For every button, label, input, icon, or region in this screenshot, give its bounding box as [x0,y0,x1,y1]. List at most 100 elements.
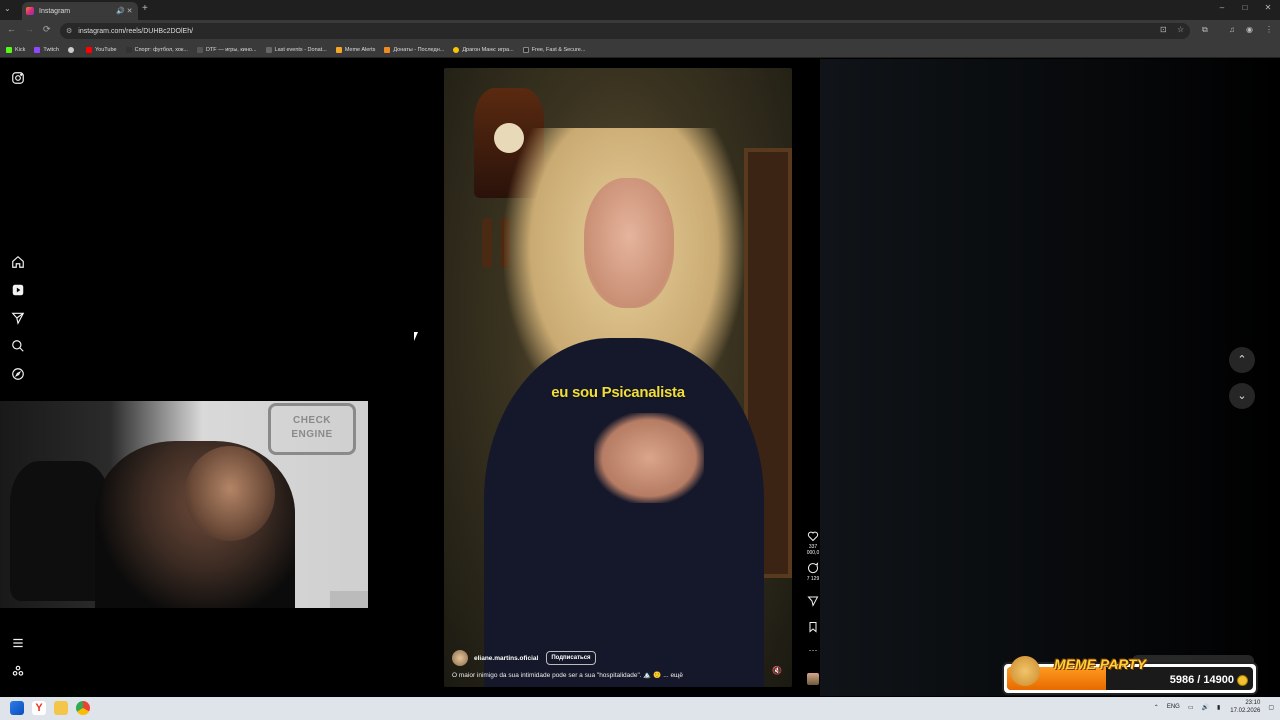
instagram-logo-icon[interactable] [11,71,25,85]
windows-start-icon[interactable] [10,701,24,715]
save-button[interactable] [802,621,824,633]
reels-icon[interactable] [11,283,25,297]
mute-icon[interactable]: 🔇 [772,666,782,675]
reel-caption[interactable]: O maior inimigo da sua intimidade pode s… [452,671,683,679]
tray-expand-icon[interactable]: ⌃ [1154,704,1159,711]
extensions-icon[interactable]: ⧉ [1202,25,1208,35]
presenter-face [584,178,674,308]
bookmark-donations[interactable]: Донаты - Последн... [384,46,444,53]
clock-date: 17.02.2026 [1230,708,1261,714]
likes-count: 337 000,0 [806,544,820,556]
back-icon[interactable]: ← [7,24,16,34]
bookmark-kick[interactable]: Kick [6,46,25,53]
install-app-icon[interactable]: ⊡ [1160,25,1167,34]
follow-button[interactable]: Подписаться [546,651,596,665]
new-tab-button[interactable]: + [142,3,148,14]
heart-icon [807,531,819,542]
comments-count: 7 129 [806,576,820,582]
minimize-button[interactable]: – [1212,3,1232,12]
profile-icon[interactable]: ◉ [1246,25,1253,34]
forward-icon[interactable]: → [25,24,34,34]
meta-threads-icon[interactable] [11,664,25,678]
comment-button[interactable]: 7 129 [802,562,824,582]
chevron-up-icon: ⌃ [1237,354,1247,366]
meme-alerts-icon [335,46,342,53]
instagram-favicon-icon [26,7,34,15]
bookmark-meme-alerts[interactable]: Meme Alerts [335,46,375,53]
original-audio-thumbnail[interactable] [807,673,819,685]
progress-count: 5986 / 14900 [1169,674,1234,686]
chevron-down-icon: ⌄ [1237,390,1247,402]
address-bar[interactable]: ⚙ instagram.com/reels/DUHBc2DOlEh/ [60,23,1190,39]
more-options-icon[interactable]: ··· [802,645,824,655]
tab-title: Instagram [39,7,71,15]
coin-icon [1237,675,1248,686]
menu-icon[interactable] [11,636,25,650]
tab-search-icon[interactable]: ⌄ [4,4,11,13]
bookmark-unnamed[interactable] [67,46,77,53]
twitch-icon [34,46,41,53]
site-info-icon[interactable]: ⚙ [66,27,72,35]
notifications-icon[interactable]: ▢ [1268,704,1274,711]
bookmark-dragon[interactable]: Драгон Манк: игра... [453,46,514,53]
media-controls-icon[interactable]: ♫ [1229,25,1235,34]
network-icon[interactable]: ▭ [1188,704,1194,711]
bookmark-youtube[interactable]: YouTube [85,46,117,53]
desk-equipment [330,591,368,608]
windows-taskbar: Y ⌃ ENG ▭ 🔊 ▮ 23:10 17.02.2026 ▢ [0,697,1280,720]
bookmark-donat-events[interactable]: Last events - Donat... [265,46,327,53]
volume-icon[interactable]: 🔊 [1202,704,1209,711]
close-window-button[interactable]: ✕ [1258,3,1278,12]
comment-icon [808,562,819,574]
clock-weight [482,218,492,268]
home-icon[interactable] [11,255,25,269]
like-button[interactable]: 337 000,0 [802,530,824,556]
previous-reel-button[interactable]: ⌃ [1229,347,1255,373]
video-subtitle: eu sou Psicanalista [551,384,685,401]
reload-icon[interactable]: ⟳ [43,24,51,35]
bookmark-sport[interactable]: Спорт: футбол, хок... [125,46,188,53]
reel-video[interactable]: eu sou Psicanalista eliane.martins.ofici… [444,68,792,687]
author-name[interactable]: eliane.martins.oficial [474,655,538,662]
browser-menu-icon[interactable]: ⋮ [1265,25,1273,34]
sport-icon [125,46,132,53]
tab-audio-icon[interactable]: 🔊 [116,7,125,15]
mouse-cursor [414,332,422,341]
send-icon[interactable] [11,311,25,325]
dtf-icon [196,46,203,53]
bookmarks-bar: Kick Twitch YouTube Спорт: футбол, хок..… [0,42,1280,58]
battery-icon[interactable]: ▮ [1217,704,1220,711]
tab-close-icon[interactable]: ✕ [125,7,134,15]
next-reel-button[interactable]: ⌄ [1229,383,1255,409]
bookmark-free-fast[interactable]: Free, Fast & Secure... [522,46,585,53]
background-blur [820,59,1280,696]
url-text: instagram.com/reels/DUHBc2DOlEh/ [78,27,194,35]
bookmark-dtf[interactable]: DTF — игры, кино... [196,46,257,53]
chrome-icon[interactable] [76,701,90,715]
meme-party-widget: MEME PARTY 5986 / 14900 [1002,656,1258,695]
bookmark-star-icon[interactable]: ☆ [1177,25,1184,34]
search-icon[interactable] [11,339,25,353]
browser-toolbar: ← → ⟳ ⚙ instagram.com/reels/DUHBc2DOlEh/… [0,20,1280,42]
donation-icon [265,46,272,53]
author-row: eliane.martins.oficial Подписаться [452,650,596,666]
author-avatar[interactable] [452,650,468,666]
file-explorer-icon[interactable] [54,701,68,715]
streamer-head [185,446,275,541]
yandex-browser-icon[interactable]: Y [32,701,46,715]
youtube-icon [85,46,92,53]
system-tray: ⌃ ENG ▭ 🔊 ▮ 23:10 17.02.2026 ▢ [1146,699,1274,715]
kick-icon [6,46,12,53]
explore-icon[interactable] [11,367,25,381]
browser-tab[interactable]: Instagram 🔊 ✕ [22,2,138,20]
globe-icon [67,46,74,53]
meme-party-label: MEME PARTY [1054,656,1147,672]
webcam-overlay: CHECK ENGINE [0,401,368,608]
maximize-button[interactable]: □ [1235,3,1255,12]
share-button[interactable] [802,595,824,607]
bookmark-icon [809,622,817,633]
bookmark-twitch[interactable]: Twitch [34,46,59,53]
send-icon [807,596,819,607]
language-indicator[interactable]: ENG [1167,704,1180,710]
system-clock[interactable]: 23:10 17.02.2026 [1230,699,1260,715]
